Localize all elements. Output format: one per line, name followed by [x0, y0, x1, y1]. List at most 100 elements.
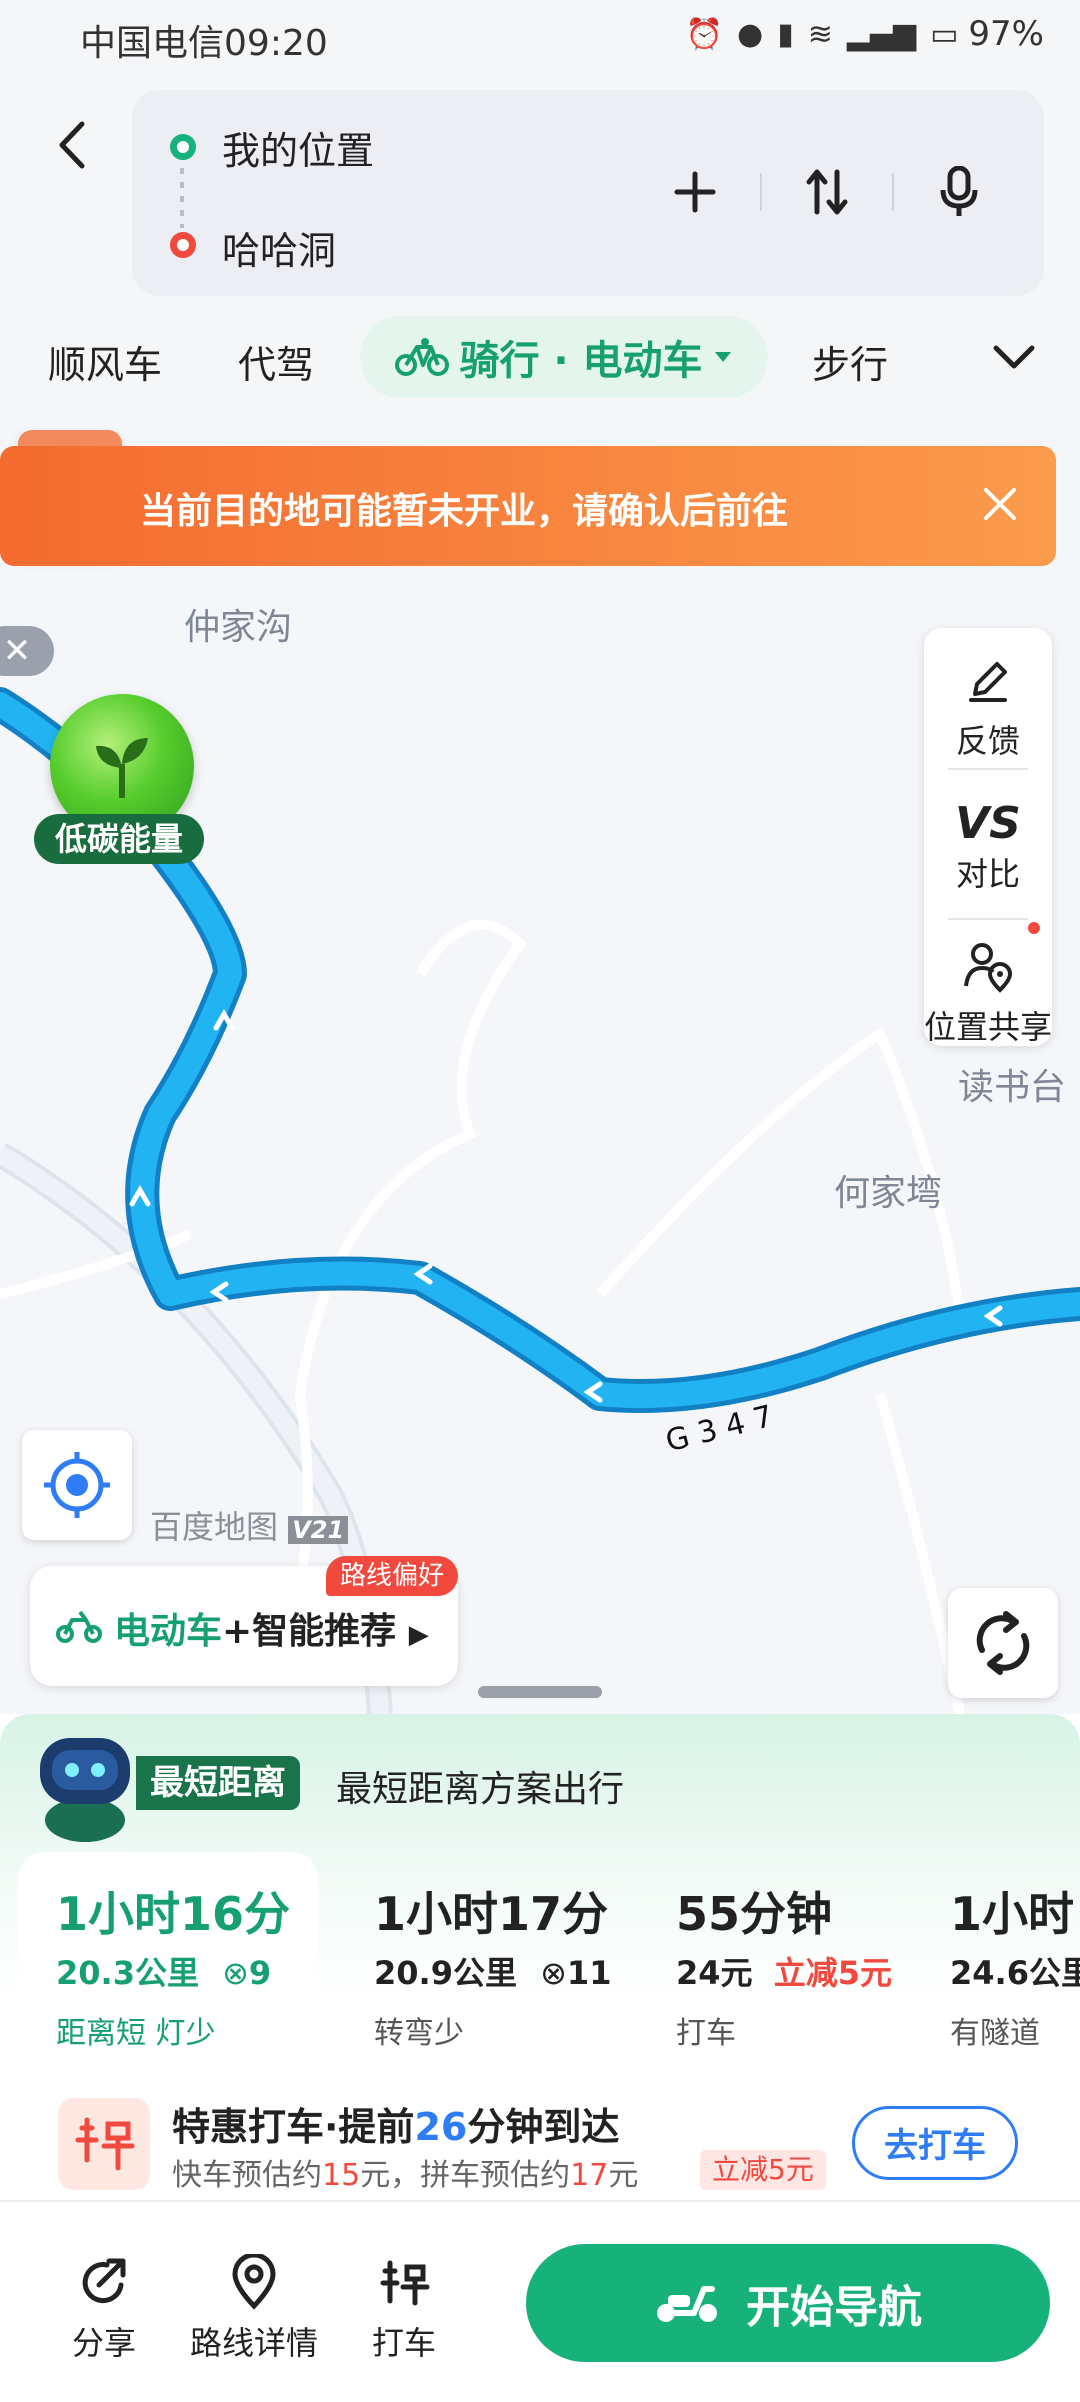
- route-options: 1小时16分 20.3公里 ⊗9 距离短 灯少 1小时17分 20.9公里 ⊗1…: [18, 1852, 1080, 2062]
- refresh-route-button[interactable]: [948, 1588, 1058, 1698]
- refresh-icon: [976, 1611, 1030, 1675]
- assistant-robot-icon: [30, 1724, 140, 1844]
- alarm-icon: ⏰: [685, 16, 723, 52]
- taxi-button[interactable]: 打车: [334, 2254, 474, 2364]
- back-button[interactable]: [48, 110, 98, 180]
- shortest-distance-tag: 最短距离: [136, 1756, 300, 1810]
- tab-walking[interactable]: 步行: [812, 334, 888, 389]
- end-dot-icon: [170, 232, 196, 258]
- tab-designated-driver[interactable]: 代驾: [238, 334, 314, 389]
- mic-icon: ▮: [777, 16, 794, 52]
- battery-icon: ▭: [930, 16, 959, 52]
- compare-button[interactable]: VS 对比: [924, 798, 1052, 895]
- status-carrier: 中国电信09:20: [80, 23, 328, 64]
- feedback-label: 反馈: [955, 722, 1020, 760]
- voice-input-button[interactable]: [894, 152, 1024, 232]
- eco-energy-label: 低碳能量: [34, 814, 204, 864]
- taxi-char-icon: [380, 2260, 430, 2306]
- option-distance: 20.9公里 ⊗11: [374, 1954, 612, 1992]
- traffic-light-icon: ⊗: [222, 1954, 249, 1992]
- option-time: 55分钟: [676, 1887, 833, 1941]
- caret-right-icon: ▶: [408, 1620, 429, 1650]
- divider: [948, 768, 1028, 770]
- location-share-icon: [964, 943, 1013, 993]
- more-modes-button[interactable]: [988, 330, 1040, 382]
- share-button[interactable]: 分享: [34, 2254, 174, 2364]
- route-option[interactable]: 1小时17分 20.9公里 ⊗11 转弯少: [336, 1852, 636, 2062]
- route-start-field[interactable]: 我的位置: [222, 120, 374, 175]
- caret-down-icon: [714, 352, 731, 362]
- map-side-tools: 反馈 VS 对比 位置共享: [924, 628, 1052, 1046]
- option-note: 有隧道: [950, 2016, 1040, 2051]
- status-icons: ⏰ ● ▮ ≋ ▂▄▆ ▭: [686, 17, 959, 52]
- route-option[interactable]: 1小时 24.6公里 有隧道: [940, 1852, 1080, 2062]
- add-waypoint-button[interactable]: [630, 152, 760, 232]
- taxi-label: 打车: [371, 2324, 436, 2362]
- compare-label: 对比: [955, 855, 1020, 893]
- battery-level: 97%: [968, 14, 1044, 54]
- taxi-estimate: 快车预估约15元，拼车预估约17元: [172, 2158, 639, 2193]
- bicycle-icon: [395, 338, 450, 376]
- alert-close-button[interactable]: [978, 482, 1022, 526]
- eco-energy-badge[interactable]: 低碳能量: [34, 694, 204, 864]
- traffic-light-icon: ⊗: [540, 1954, 567, 1992]
- map-version: V21: [288, 1516, 349, 1544]
- route-option[interactable]: 55分钟 24元 立减5元 打车: [638, 1852, 938, 2062]
- signal-icon: ▂▄▆: [846, 16, 917, 52]
- start-navigation-button[interactable]: 开始导航: [526, 2244, 1050, 2362]
- tab-ride-share[interactable]: 顺风车: [48, 334, 162, 389]
- route-connector: [180, 168, 184, 228]
- option-distance: 20.3公里 ⊗9: [56, 1954, 272, 1992]
- swap-route-button[interactable]: [762, 152, 892, 232]
- vs-icon: VS: [955, 798, 1021, 849]
- option-note: 打车: [676, 2016, 736, 2051]
- feedback-button[interactable]: 反馈: [924, 654, 1052, 762]
- option-note: 距离短 灯少: [56, 2016, 216, 2051]
- route-details-label: 路线详情: [189, 2324, 318, 2362]
- plan-description: 最短距离方案出行: [336, 1769, 625, 1810]
- option-time: 1小时: [950, 1887, 1075, 1941]
- map-place-label: 何家塆: [834, 1173, 943, 1214]
- swap-icon: [806, 169, 848, 215]
- location-icon: ●: [737, 16, 764, 52]
- route-option[interactable]: 1小时16分 20.3公里 ⊗9 距离短 灯少: [18, 1852, 318, 2062]
- option-time: 1小时16分: [56, 1887, 291, 1941]
- closed-warning-banner: 当前目的地可能暂未开业，请确认后前往: [0, 446, 1056, 566]
- map-place-label: 仲家沟: [184, 607, 293, 648]
- option-distance: 24.6公里: [950, 1954, 1080, 1992]
- wifi-icon: ≋: [807, 16, 833, 52]
- route-preference-badge: 路线偏好: [326, 1556, 459, 1596]
- share-icon: [82, 2258, 126, 2304]
- divider: [948, 918, 1028, 920]
- route-actions: [630, 152, 1024, 232]
- route-end-field[interactable]: 哈哈洞: [222, 220, 336, 275]
- option-price: 24元 立减5元: [676, 1954, 892, 1992]
- discount-taxi-banner: 特惠打车·提前26分钟到达 快车预估约15元，拼车预估约17元 立减5元 去打车: [0, 2080, 1080, 2193]
- location-share-label: 位置共享: [924, 1008, 1053, 1046]
- chevron-down-icon: [993, 345, 1035, 369]
- mic-icon: [940, 166, 978, 216]
- map-watermark: 百度地图 V21: [150, 1502, 349, 1548]
- sheet-drag-handle[interactable]: [478, 1686, 602, 1698]
- close-icon: ✕: [2, 631, 32, 671]
- location-share-button[interactable]: 位置共享: [924, 938, 1052, 1048]
- tab-cycling-label: 骑行 · 电动车: [459, 338, 703, 384]
- edit-pen-icon: [969, 662, 1007, 702]
- start-navigation-label: 开始导航: [746, 2282, 922, 2333]
- route-details-button[interactable]: 路线详情: [184, 2254, 324, 2364]
- locate-icon: [44, 1452, 110, 1518]
- route-input-box: 我的位置 哈哈洞: [132, 90, 1044, 296]
- option-time: 1小时17分: [374, 1887, 609, 1941]
- my-location-button[interactable]: [22, 1430, 132, 1540]
- bottom-action-bar: 分享 路线详情 打车 开始导航: [0, 2200, 1080, 2402]
- taxi-title: 特惠打车·提前26分钟到达: [172, 2105, 620, 2149]
- alert-text: 当前目的地可能暂未开业，请确认后前往: [140, 491, 789, 532]
- option-note: 转弯少: [374, 2016, 464, 2051]
- status-bar: 中国电信09:20 ⏰ ● ▮ ≋ ▂▄▆ ▭ 97%: [0, 0, 1080, 74]
- ebike-icon: [56, 1610, 102, 1643]
- go-taxi-button[interactable]: 去打车: [852, 2106, 1018, 2180]
- ebike-chip-label: 电动车+智能推荐 ▶: [114, 1611, 429, 1652]
- tab-cycling-ebike[interactable]: 骑行 · 电动车: [360, 316, 768, 398]
- close-eco-chip-button[interactable]: ✕: [0, 626, 54, 676]
- close-icon: [984, 488, 1016, 520]
